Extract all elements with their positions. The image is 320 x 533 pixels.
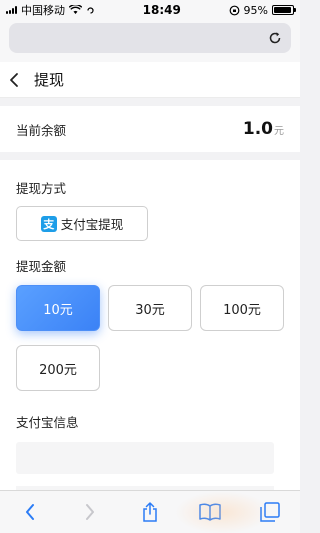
status-right: 95% bbox=[229, 3, 296, 17]
page-header: 提现 bbox=[0, 62, 300, 98]
url-bar[interactable] bbox=[9, 23, 291, 53]
alipay-method-label: 支付宝提现 bbox=[60, 217, 124, 232]
amount-option-10[interactable]: 10元 bbox=[16, 285, 100, 331]
wifi-icon bbox=[69, 5, 82, 14]
chevron-left-icon[interactable] bbox=[8, 70, 28, 90]
toolbar-glow bbox=[175, 491, 270, 533]
withdraw-form: 提现方式 支 支付宝提现 提现金额 10元 30元 100元 200元 支付宝信… bbox=[0, 160, 300, 496]
amount-option-30[interactable]: 30元 bbox=[108, 285, 192, 331]
balance-unit: 元 bbox=[274, 126, 284, 137]
status-bar: 中国移动 18:49 95% bbox=[0, 0, 300, 20]
balance-row: 当前余额 1.0 元 bbox=[0, 106, 300, 152]
alipay-info-label: 支付宝信息 bbox=[16, 415, 79, 430]
tabs-icon[interactable] bbox=[258, 500, 282, 524]
alipay-icon: 支 bbox=[40, 215, 57, 232]
battery-icon bbox=[272, 5, 296, 15]
reload-icon[interactable] bbox=[267, 30, 283, 46]
status-left: 中国移动 bbox=[6, 2, 95, 18]
amount-option-200[interactable]: 200元 bbox=[16, 345, 100, 391]
page-title: 提现 bbox=[34, 71, 65, 89]
share-icon[interactable] bbox=[138, 500, 162, 524]
chevron-right-icon[interactable] bbox=[78, 500, 102, 524]
balance-value: 1.0 元 bbox=[243, 119, 284, 139]
book-icon[interactable] bbox=[198, 500, 222, 524]
balance-label: 当前余额 bbox=[16, 122, 67, 138]
status-time: 18:49 bbox=[142, 3, 181, 17]
withdraw-amount-label: 提现金额 bbox=[16, 259, 67, 274]
orientation-lock-icon bbox=[229, 5, 239, 15]
balance-amount: 1.0 bbox=[242, 119, 273, 139]
signal-icon bbox=[6, 6, 17, 14]
alipay-account-input[interactable] bbox=[16, 442, 274, 474]
battery-percent: 95% bbox=[243, 3, 268, 17]
loading-icon bbox=[87, 6, 94, 14]
back-icon[interactable] bbox=[18, 500, 42, 524]
withdraw-method-label: 提现方式 bbox=[16, 181, 67, 196]
browser-url-area bbox=[0, 20, 300, 62]
browser-toolbar bbox=[0, 490, 300, 533]
carrier-name: 中国移动 bbox=[21, 4, 65, 17]
battery-fill bbox=[274, 7, 292, 13]
amount-option-100[interactable]: 100元 bbox=[200, 285, 284, 331]
alipay-method-button[interactable]: 支 支付宝提现 bbox=[16, 206, 148, 241]
